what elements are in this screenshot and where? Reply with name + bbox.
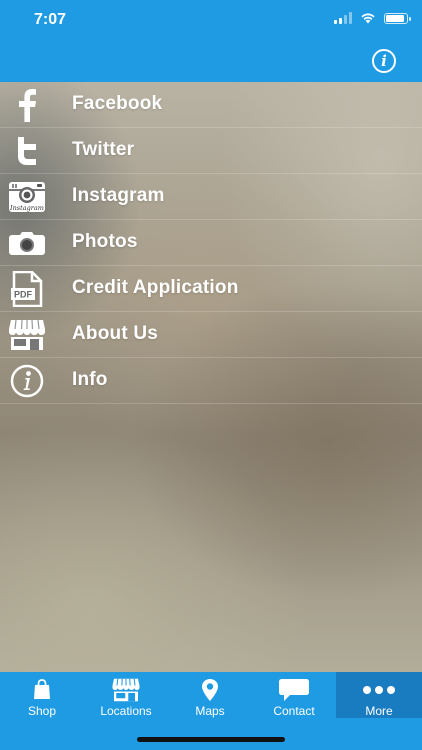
tab-more[interactable]: More: [336, 672, 422, 718]
cellular-signal-icon: [334, 12, 352, 24]
tab-locations[interactable]: Locations: [84, 672, 168, 718]
chat-bubble-icon: [252, 678, 336, 702]
wifi-icon: [361, 13, 375, 24]
menu-item-label: Facebook: [72, 93, 163, 114]
facebook-icon: [8, 87, 46, 123]
pdf-icon: PDF: [8, 271, 46, 307]
tab-maps[interactable]: Maps: [168, 672, 252, 718]
menu-item-facebook[interactable]: Facebook: [0, 82, 422, 128]
tab-label: Maps: [195, 704, 225, 718]
menu-item-photos[interactable]: Photos: [0, 220, 422, 266]
menu-item-credit-application[interactable]: PDF Credit Application: [0, 266, 422, 312]
home-indicator: [137, 737, 285, 742]
menu-item-label: Credit Application: [72, 277, 239, 298]
navigation-bar: i: [0, 44, 422, 82]
map-pin-icon: [168, 678, 252, 702]
tab-contact[interactable]: Contact: [252, 672, 336, 718]
tab-label: More: [365, 704, 393, 718]
battery-icon: [384, 12, 411, 24]
shopping-bag-icon: [0, 678, 84, 702]
camera-icon: [8, 225, 46, 261]
menu-item-label: Photos: [72, 231, 138, 252]
menu-item-label: Instagram: [72, 185, 165, 206]
menu-item-instagram[interactable]: Instagram Instagram: [0, 174, 422, 220]
storefront-icon: [8, 317, 46, 353]
pdf-icon-text: PDF: [14, 290, 33, 300]
tab-shop[interactable]: Shop: [0, 672, 84, 718]
menu-item-twitter[interactable]: Twitter: [0, 128, 422, 174]
tab-label: Locations: [100, 704, 152, 718]
menu-item-about-us[interactable]: About Us: [0, 312, 422, 358]
tab-label: Shop: [27, 704, 57, 718]
instagram-icon: Instagram: [8, 179, 46, 215]
more-menu-list: Facebook Twitter Instagram Instagram Pho…: [0, 82, 422, 404]
more-dots-icon: [336, 678, 422, 702]
instagram-icon-text: Instagram: [9, 204, 44, 212]
status-icons: [334, 12, 411, 24]
twitter-icon: [8, 133, 46, 169]
menu-item-label: Info: [72, 369, 108, 390]
menu-item-label: Twitter: [72, 139, 135, 160]
info-button[interactable]: i: [372, 49, 396, 73]
status-time: 7:07: [34, 11, 67, 28]
status-bar: 7:07: [0, 0, 422, 44]
storefront-icon: [84, 678, 168, 702]
tab-bar: Shop Locations Maps Contact More: [0, 672, 422, 750]
menu-item-label: About Us: [72, 323, 159, 344]
tab-label: Contact: [273, 704, 315, 718]
info-icon: [8, 363, 46, 399]
menu-item-info[interactable]: Info: [0, 358, 422, 404]
more-menu-content: Facebook Twitter Instagram Instagram Pho…: [0, 82, 422, 672]
